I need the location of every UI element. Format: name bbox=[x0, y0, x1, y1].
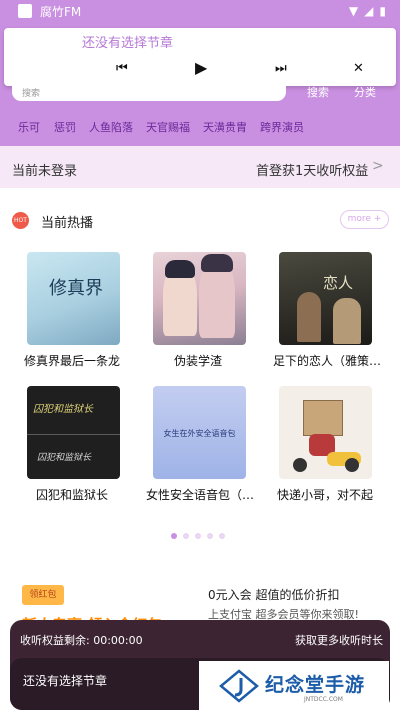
more-button[interactable]: more + bbox=[340, 210, 389, 229]
fire-icon: HOT bbox=[12, 212, 29, 229]
cover-text: 修真界 bbox=[49, 278, 103, 299]
page-dot[interactable] bbox=[183, 533, 189, 539]
tag-item[interactable]: 天潢贵胄 bbox=[203, 119, 247, 135]
tag-item[interactable]: 惩罚 bbox=[54, 119, 76, 135]
cover-image[interactable] bbox=[279, 386, 372, 479]
cover-text: 囚犯和监狱长 bbox=[33, 404, 93, 415]
login-status[interactable]: 当前未登录 bbox=[12, 160, 77, 179]
search-input[interactable]: 搜索 bbox=[12, 84, 286, 101]
program-title[interactable]: 囚犯和监狱长 bbox=[36, 486, 144, 503]
cover-text: 女生在外安全语音包 bbox=[163, 429, 236, 438]
cover-image[interactable] bbox=[153, 252, 246, 345]
media-notification[interactable]: 还没有选择节章 ⏮ ▶ ⏭ ✕ bbox=[4, 28, 396, 86]
cover-image[interactable]: 修真界 bbox=[27, 252, 120, 345]
get-more-time-link[interactable]: 获取更多收听时长 bbox=[295, 632, 383, 648]
cover-image[interactable]: 囚犯和监狱长 囚犯和监狱长 bbox=[27, 386, 120, 479]
play-icon[interactable]: ▶ bbox=[195, 60, 207, 76]
tag-item[interactable]: 跨界演员 bbox=[260, 119, 304, 135]
hot-section-header: HOT 当前热播 more + bbox=[0, 208, 400, 232]
watermark: 纪念堂手游 JNTDCC.COM bbox=[199, 661, 389, 711]
watermark-logo-icon bbox=[219, 669, 259, 703]
wifi-icon: ▼ bbox=[348, 4, 359, 18]
status-bar: 腐竹FM ▼ ◢ ▮ bbox=[0, 0, 400, 22]
skip-previous-icon[interactable]: ⏮ bbox=[116, 62, 128, 75]
tag-item[interactable]: 人鱼陷落 bbox=[89, 119, 133, 135]
cover-text: 囚犯和监狱长 bbox=[37, 453, 92, 463]
cover-image[interactable]: 恋人 bbox=[279, 252, 372, 345]
hot-section: HOT 当前热播 more + 修真界 修真界最后一条龙 伪装学渣 恋人 足下的… bbox=[0, 188, 400, 568]
carousel-indicator bbox=[171, 533, 231, 539]
search-button[interactable]: 搜索 bbox=[307, 84, 329, 100]
notification-title: 还没有选择节章 bbox=[82, 36, 174, 51]
page-dot[interactable] bbox=[195, 533, 201, 539]
battery-icon: ▮ bbox=[379, 4, 386, 18]
program-title[interactable]: 快递小哥，对不起 bbox=[277, 486, 385, 503]
program-title[interactable]: 女性安全语音包（… bbox=[146, 486, 254, 503]
login-offer[interactable]: 首登获1天收听权益 bbox=[256, 160, 368, 179]
page-dot[interactable] bbox=[171, 533, 177, 539]
watermark-url: JNTDCC.COM bbox=[304, 696, 343, 703]
tag-item[interactable]: 乐可 bbox=[18, 119, 40, 135]
program-title[interactable]: 足下的恋人（雅策… bbox=[273, 352, 381, 369]
signal-icon: ◢ bbox=[364, 4, 374, 18]
cover-text: 恋人 bbox=[323, 274, 354, 292]
category-button[interactable]: 分类 bbox=[354, 84, 376, 100]
tag-item[interactable]: 天官赐福 bbox=[146, 119, 190, 135]
program-title[interactable]: 修真界最后一条龙 bbox=[24, 352, 132, 369]
skip-next-icon[interactable]: ⏭ bbox=[275, 62, 287, 75]
current-chapter: 还没有选择节章 bbox=[23, 674, 108, 688]
cover-image[interactable]: 女生在外安全语音包 bbox=[153, 386, 246, 479]
page-dot[interactable] bbox=[207, 533, 213, 539]
section-title: 当前热播 bbox=[41, 216, 94, 231]
promo-title[interactable]: 0元入会 超值的低价折扣 bbox=[208, 586, 339, 603]
chevron-right-icon[interactable]: > bbox=[372, 158, 384, 174]
redpack-badge[interactable]: 领红包 bbox=[22, 585, 64, 605]
search-row: 搜索 搜索 分类 bbox=[0, 84, 400, 102]
remaining-time: 收听权益剩余: 00:00:00 bbox=[20, 634, 143, 647]
app-icon bbox=[18, 4, 32, 18]
status-app-name: 腐竹FM bbox=[40, 4, 82, 19]
page-dot[interactable] bbox=[219, 533, 225, 539]
watermark-name: 纪念堂手游 bbox=[265, 674, 366, 696]
login-banner[interactable]: 当前未登录 首登获1天收听权益 > bbox=[0, 146, 400, 188]
close-icon[interactable]: ✕ bbox=[353, 62, 364, 75]
program-title[interactable]: 伪装学渣 bbox=[174, 352, 282, 369]
